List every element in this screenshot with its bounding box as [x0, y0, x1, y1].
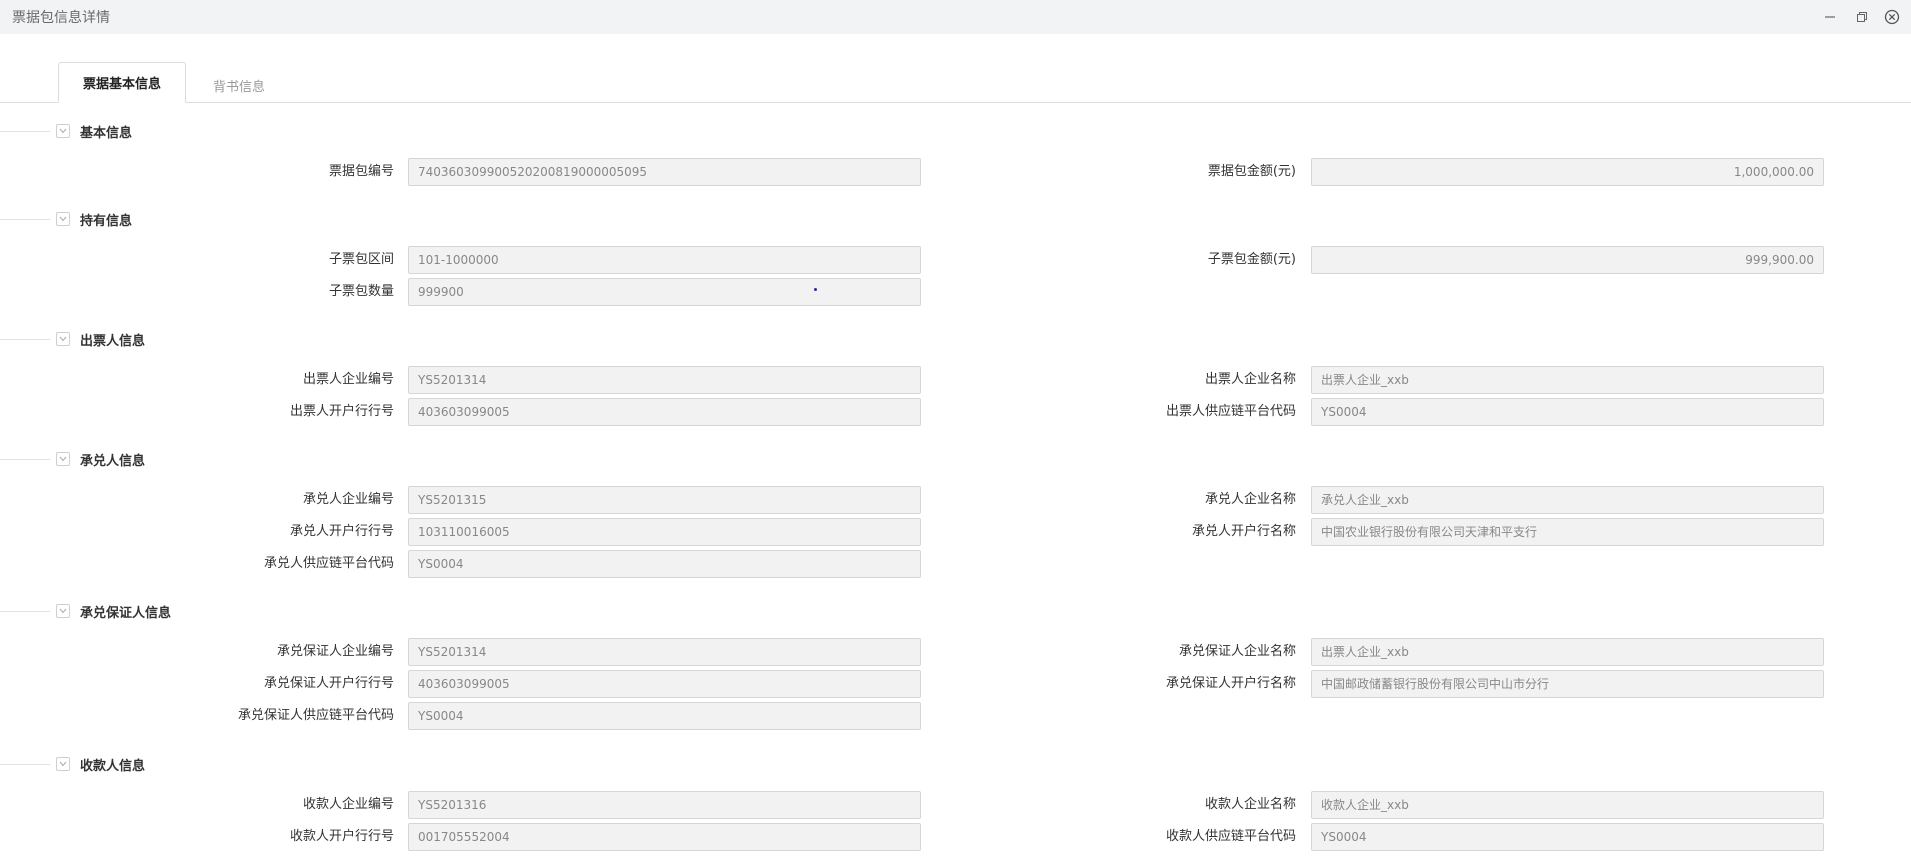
- payee-company-no-field[interactable]: YS5201316: [408, 791, 921, 819]
- acceptor-company-no-field[interactable]: YS5201315: [408, 486, 921, 514]
- payee-platform-code-field[interactable]: YS0004: [1311, 823, 1824, 851]
- section-header-acceptor: 承兑人信息: [0, 449, 1911, 469]
- tab-bar: 票据基本信息 背书信息: [0, 62, 1911, 103]
- chevron-down-icon[interactable]: [56, 332, 70, 346]
- acceptor-company-name-label: 承兑人企业名称: [1204, 492, 1296, 507]
- restore-icon[interactable]: [1852, 7, 1872, 27]
- guarantor-company-no-label: 承兑保证人企业编号: [276, 644, 394, 659]
- drawer-platform-code-field[interactable]: YS0004: [1311, 398, 1824, 426]
- pkg-amount-field[interactable]: 1,000,000.00: [1311, 158, 1824, 186]
- sub-count-label: 子票包数量: [328, 284, 394, 299]
- section-title: 基本信息: [80, 122, 143, 141]
- divider: [0, 459, 50, 460]
- acceptor-company-name-field[interactable]: 承兑人企业_xxb: [1311, 486, 1824, 514]
- cursor-dot: [814, 288, 817, 291]
- tab-endorsement-info[interactable]: 背书信息: [196, 62, 282, 102]
- chevron-down-icon[interactable]: [56, 757, 70, 771]
- sub-range-label: 子票包区间: [328, 252, 394, 267]
- guarantor-bank-no-label: 承兑保证人开户行行号: [263, 676, 394, 691]
- drawer-company-no-label: 出票人企业编号: [302, 372, 394, 387]
- drawer-company-name-field[interactable]: 出票人企业_xxb: [1311, 366, 1824, 394]
- section-title: 持有信息: [80, 210, 143, 229]
- payee-bank-no-label: 收款人开户行行号: [289, 829, 394, 844]
- guarantor-platform-code-label: 承兑保证人供应链平台代码: [237, 708, 394, 723]
- sub-amount-label: 子票包金额(元): [1207, 252, 1296, 267]
- payee-bank-no-field[interactable]: 001705552004: [408, 823, 921, 851]
- payee-company-name-label: 收款人企业名称: [1204, 797, 1296, 812]
- drawer-company-no-field[interactable]: YS5201314: [408, 366, 921, 394]
- acceptor-platform-code-label: 承兑人供应链平台代码: [263, 556, 394, 571]
- divider: [0, 764, 50, 765]
- acceptor-platform-code-field[interactable]: YS0004: [408, 550, 921, 578]
- sub-count-field[interactable]: 999900: [408, 278, 921, 306]
- section-title: 出票人信息: [80, 330, 156, 349]
- section-title: 承兑保证人信息: [80, 602, 182, 621]
- acceptor-bank-name-field[interactable]: 中国农业银行股份有限公司天津和平支行: [1311, 518, 1824, 546]
- divider: [80, 219, 1911, 220]
- guarantor-platform-code-field[interactable]: YS0004: [408, 702, 921, 730]
- guarantor-bank-no-field[interactable]: 403603099005: [408, 670, 921, 698]
- divider: [0, 131, 50, 132]
- drawer-platform-code-label: 出票人供应链平台代码: [1165, 404, 1296, 419]
- pkg-no-field[interactable]: 740360309900520200819000005095: [408, 158, 921, 186]
- payee-company-no-label: 收款人企业编号: [302, 797, 394, 812]
- chevron-down-icon[interactable]: [56, 604, 70, 618]
- divider: [80, 611, 1911, 612]
- drawer-company-name-label: 出票人企业名称: [1204, 372, 1296, 387]
- sub-amount-field[interactable]: 999,900.00: [1311, 246, 1824, 274]
- chevron-down-icon[interactable]: [56, 124, 70, 138]
- chevron-down-icon[interactable]: [56, 452, 70, 466]
- sub-range-field[interactable]: 101-1000000: [408, 246, 921, 274]
- payee-company-name-field[interactable]: 收款人企业_xxb: [1311, 791, 1824, 819]
- divider: [80, 764, 1911, 765]
- section-header-guarantor: 承兑保证人信息: [0, 601, 1911, 621]
- divider: [80, 339, 1911, 340]
- drawer-bank-no-field[interactable]: 403603099005: [408, 398, 921, 426]
- divider: [80, 131, 1911, 132]
- section-header-basic: 基本信息: [0, 121, 1911, 141]
- divider: [0, 219, 50, 220]
- close-icon[interactable]: [1882, 7, 1902, 27]
- guarantor-company-no-field[interactable]: YS5201314: [408, 638, 921, 666]
- acceptor-bank-no-label: 承兑人开户行行号: [289, 524, 394, 539]
- payee-platform-code-label: 收款人供应链平台代码: [1165, 829, 1296, 844]
- tab-basic-info[interactable]: 票据基本信息: [58, 62, 186, 103]
- section-header-holding: 持有信息: [0, 209, 1911, 229]
- pkg-amount-label: 票据包金额(元): [1207, 164, 1296, 179]
- guarantor-bank-name-field[interactable]: 中国邮政储蓄银行股份有限公司中山市分行: [1311, 670, 1824, 698]
- section-header-payee: 收款人信息: [0, 754, 1911, 774]
- section-title: 收款人信息: [80, 755, 156, 774]
- section-title: 承兑人信息: [80, 450, 156, 469]
- acceptor-bank-name-label: 承兑人开户行名称: [1191, 524, 1296, 539]
- guarantor-company-name-label: 承兑保证人企业名称: [1178, 644, 1296, 659]
- pkg-no-label: 票据包编号: [328, 164, 394, 179]
- acceptor-company-no-label: 承兑人企业编号: [302, 492, 394, 507]
- divider: [80, 459, 1911, 460]
- window-titlebar: 票据包信息详情: [0, 0, 1911, 34]
- guarantor-company-name-field[interactable]: 出票人企业_xxb: [1311, 638, 1824, 666]
- guarantor-bank-name-label: 承兑保证人开户行名称: [1165, 676, 1296, 691]
- divider: [0, 339, 50, 340]
- minimize-icon[interactable]: [1820, 7, 1840, 27]
- window-title: 票据包信息详情: [12, 10, 110, 26]
- chevron-down-icon[interactable]: [56, 212, 70, 226]
- acceptor-bank-no-field[interactable]: 103110016005: [408, 518, 921, 546]
- drawer-bank-no-label: 出票人开户行行号: [289, 404, 394, 419]
- divider: [0, 611, 50, 612]
- section-header-drawer: 出票人信息: [0, 329, 1911, 349]
